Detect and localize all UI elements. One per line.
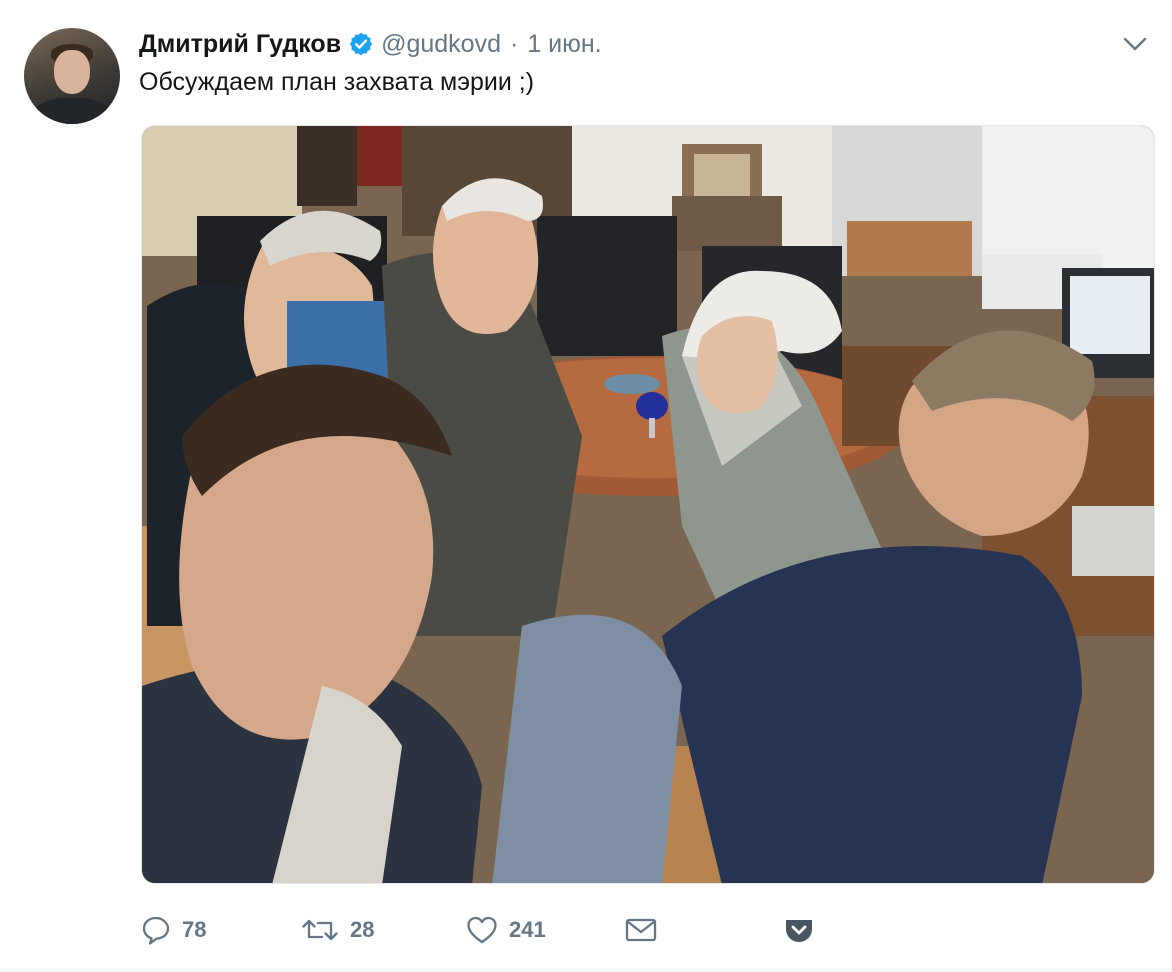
tweet-actions: 78 28 241 [140,908,840,952]
tweet-date[interactable]: 1 июн. [527,30,601,59]
message-button[interactable] [624,908,658,952]
like-count: 241 [509,917,546,942]
avatar-suit [34,98,110,124]
pocket-button[interactable] [782,908,816,952]
reply-icon [140,914,172,946]
verified-badge-icon [348,31,374,57]
chevron-down-icon[interactable] [1121,32,1149,56]
tweet-header: Дмитрий Гудков @gudkovd · 1 июн. [139,28,602,60]
heart-icon [465,914,499,946]
author-handle[interactable]: @gudkovd [381,30,501,59]
like-button[interactable]: 241 [465,908,546,952]
reply-button[interactable]: 78 [140,908,206,952]
tweet-card: Дмитрий Гудков @gudkovd · 1 июн. Обсужда… [0,0,1172,972]
reply-count: 78 [182,917,207,942]
avatar[interactable] [24,28,120,124]
tweet-photo[interactable] [141,125,1155,884]
envelope-icon [624,914,658,946]
avatar-face [54,50,90,94]
author-name[interactable]: Дмитрий Гудков [139,30,341,59]
retweet-count: 28 [350,917,375,942]
retweet-button[interactable]: 28 [300,908,374,952]
tweet-text: Обсуждаем план захвата мэрии ;) [139,68,535,96]
retweet-icon [300,914,340,946]
pocket-icon [782,914,816,946]
photo-illustration [142,126,1154,883]
separator-dot: · [509,29,519,58]
bottom-divider [0,968,1172,972]
